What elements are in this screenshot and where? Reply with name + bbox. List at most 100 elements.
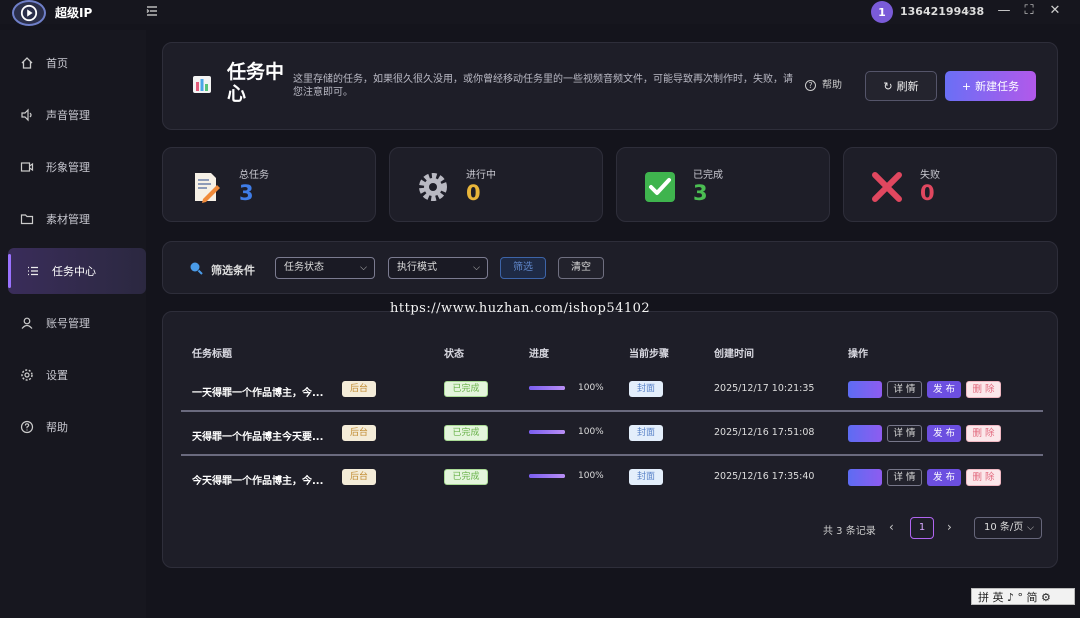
- run-button[interactable]: [848, 469, 882, 486]
- column-header: 创建时间: [714, 349, 754, 360]
- task-title: 今天得罪一个作品博主，今...: [192, 476, 324, 487]
- stat-done-card: 已完成 3: [616, 147, 830, 222]
- delete-button[interactable]: 删 除: [966, 425, 1001, 442]
- question-icon: ?: [805, 80, 816, 91]
- table-row[interactable]: 天得罪一个作品博主今天要... 后台 已完成 100% 封面 2025/12/1…: [181, 412, 1043, 456]
- chart-book-icon: [193, 76, 211, 93]
- sidebar-item-account[interactable]: 账号管理: [8, 300, 146, 346]
- publish-button[interactable]: 发 布: [927, 381, 961, 398]
- sidebar-item-label: 首页: [46, 57, 68, 70]
- menu-collapse-icon[interactable]: [145, 4, 159, 18]
- run-button[interactable]: [848, 381, 882, 398]
- publish-button[interactable]: 发 布: [927, 425, 961, 442]
- run-button[interactable]: [848, 425, 882, 442]
- sidebar-item-voice[interactable]: 声音管理: [8, 92, 146, 138]
- current-page-button[interactable]: 1: [910, 517, 934, 539]
- stat-failed-card: 失败 0: [843, 147, 1057, 222]
- stat-value: 3: [693, 181, 708, 205]
- total-count: 共 3 条记录: [823, 526, 876, 537]
- sidebar-item-avatar[interactable]: 形象管理: [8, 144, 146, 190]
- sidebar-item-home[interactable]: 首页: [8, 40, 146, 86]
- detail-button[interactable]: 详 情: [887, 381, 922, 398]
- stat-value: 0: [466, 181, 481, 205]
- gear-icon: [21, 369, 33, 381]
- chevron-down-icon: ⌵: [473, 263, 480, 273]
- new-task-button[interactable]: + 新建任务: [945, 71, 1036, 101]
- column-header: 操作: [848, 349, 868, 360]
- sidebar-item-materials[interactable]: 素材管理: [8, 196, 146, 242]
- chevron-down-icon[interactable]: ⌵: [965, 4, 973, 15]
- step-badge: 封面: [629, 425, 663, 441]
- sidebar-item-tasks[interactable]: 任务中心: [8, 248, 146, 294]
- progress-bar: [529, 474, 565, 478]
- stat-value: 0: [920, 181, 935, 205]
- column-header: 进度: [529, 349, 549, 360]
- maximize-button[interactable]: ⛶: [1020, 2, 1038, 20]
- minimize-button[interactable]: —: [995, 2, 1013, 20]
- status-select[interactable]: 任务状态 ⌵: [275, 257, 375, 279]
- page-header: 任务中心 这里存储的任务，如果很久很久没用，或你曾经移动任务里的一些视频音频文件…: [162, 42, 1058, 130]
- help-link[interactable]: ? 帮助: [805, 76, 842, 91]
- sidebar-item-settings[interactable]: 设置: [8, 352, 146, 398]
- chevron-down-icon: ⌵: [360, 263, 367, 273]
- mode-tag: 后台: [342, 425, 376, 441]
- folder-icon: [20, 214, 34, 225]
- list-icon: [28, 266, 38, 276]
- detail-button[interactable]: 详 情: [887, 425, 922, 442]
- plus-icon: +: [961, 79, 972, 93]
- sidebar-item-help[interactable]: 帮助: [8, 404, 146, 450]
- help-label: 帮助: [822, 80, 842, 91]
- ime-toolbar[interactable]: 拼 英 ♪ ° 简 ⚙: [971, 588, 1075, 605]
- prev-page-button[interactable]: ‹: [889, 520, 894, 534]
- page-description: 这里存储的任务，如果很久很久没用，或你曾经移动任务里的一些视频音频文件，可能导致…: [293, 74, 793, 98]
- mode-select[interactable]: 执行模式 ⌵: [388, 257, 488, 279]
- play-icon: [20, 4, 38, 22]
- filter-bar: 筛选条件 任务状态 ⌵ 执行模式 ⌵ 筛选 清空: [162, 241, 1058, 294]
- speaker-icon: [21, 108, 32, 122]
- table-row[interactable]: 一天得罪一个作品博主，今... 后台 已完成 100% 封面 2025/12/1…: [181, 368, 1043, 412]
- status-badge: 已完成: [444, 425, 488, 441]
- title-bar: 超级IP 1 13642199438 ⌵ — ⛶ ✕: [0, 0, 1080, 26]
- mode-select-value: 执行模式: [397, 262, 437, 273]
- sidebar-item-label: 声音管理: [46, 109, 90, 122]
- mode-tag: 后台: [342, 469, 376, 485]
- close-button[interactable]: ✕: [1046, 2, 1064, 20]
- status-badge: 已完成: [444, 469, 488, 485]
- stat-label: 已完成: [693, 170, 723, 181]
- created-time: 2025/12/17 10:21:35: [714, 383, 815, 394]
- refresh-button[interactable]: ↻ 刷新: [865, 71, 937, 101]
- task-table: 任务标题 状态 进度 当前步骤 创建时间 操作 一天得罪一个作品博主，今... …: [162, 311, 1058, 568]
- filter-label: 筛选条件: [211, 264, 255, 277]
- next-page-button[interactable]: ›: [947, 520, 952, 534]
- task-title: 一天得罪一个作品博主，今...: [192, 388, 324, 399]
- watermark-text: https://www.huzhan.com/ishop54102: [390, 301, 651, 316]
- created-time: 2025/12/16 17:35:40: [714, 471, 815, 482]
- app-name: 超级IP: [55, 6, 93, 20]
- clear-button[interactable]: 清空: [558, 257, 604, 279]
- delete-button[interactable]: 删 除: [966, 469, 1001, 486]
- page-title: 任务中心: [227, 61, 285, 105]
- document-edit-icon: [195, 173, 220, 203]
- video-icon: [20, 162, 34, 172]
- detail-button[interactable]: 详 情: [887, 469, 922, 486]
- sidebar-item-label: 设置: [46, 369, 68, 382]
- status-badge: 已完成: [444, 381, 488, 397]
- progress-fill: [529, 386, 565, 390]
- sidebar-item-label: 素材管理: [46, 213, 90, 226]
- app-logo: [12, 0, 46, 26]
- user-icon: [21, 317, 33, 329]
- table-row[interactable]: 今天得罪一个作品博主，今... 后台 已完成 100% 封面 2025/12/1…: [181, 456, 1043, 500]
- progress-bar: [529, 386, 565, 390]
- stat-label: 进行中: [466, 170, 496, 181]
- delete-button[interactable]: 删 除: [966, 381, 1001, 398]
- filter-button[interactable]: 筛选: [500, 257, 546, 279]
- page-size-select[interactable]: 10 条/页 ⌵: [974, 517, 1042, 539]
- chevron-down-icon: ⌵: [1027, 523, 1034, 533]
- progress-percent: 100%: [578, 427, 604, 437]
- cross-icon: [872, 172, 902, 202]
- column-header: 当前步骤: [629, 349, 669, 360]
- publish-button[interactable]: 发 布: [927, 469, 961, 486]
- user-avatar[interactable]: 1: [871, 1, 893, 23]
- stat-label: 失败: [920, 170, 940, 181]
- gear-icon: [419, 173, 447, 201]
